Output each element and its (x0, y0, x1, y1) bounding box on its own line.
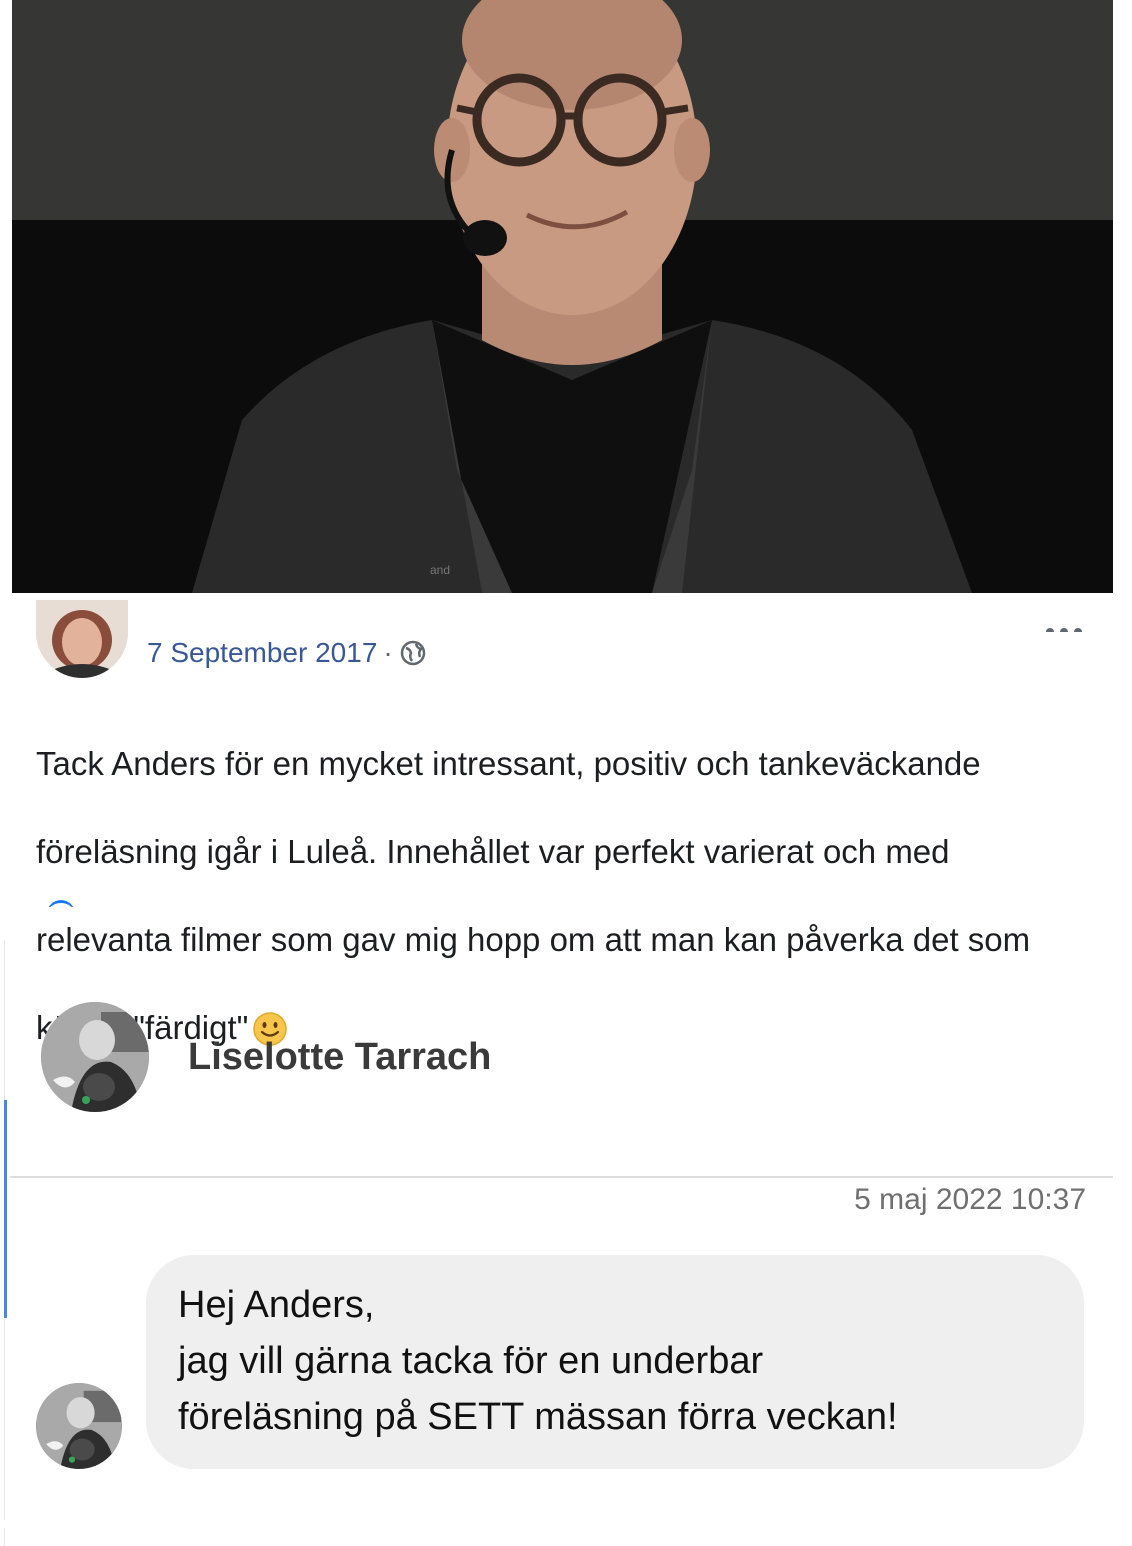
globe-icon[interactable] (399, 639, 427, 667)
message-sender-avatar[interactable] (36, 1383, 122, 1469)
post-date-link[interactable]: 7 September 2017 (147, 636, 377, 670)
sender-avatar[interactable] (41, 1002, 149, 1112)
message-line: jag vill gärna tacka för en underbar (178, 1340, 764, 1382)
shirt-logo: and (430, 563, 450, 577)
avatar-photo-icon (36, 1383, 122, 1469)
ellipsis-icon[interactable] (1046, 618, 1086, 632)
thread-edge-bottom (4, 1528, 5, 1546)
thread-focus-indicator (4, 1100, 7, 1318)
post-text-line: relevanta filmer som gav mig hopp om att… (36, 921, 1031, 958)
header-divider (10, 1176, 1113, 1178)
ellipsis-dot (1060, 628, 1068, 632)
ellipsis-dot (1046, 628, 1054, 632)
speaker-photo: and (12, 0, 1113, 593)
post-author-avatar[interactable] (36, 600, 128, 678)
message-bubble[interactable]: Hej Anders, jag vill gärna tacka för en … (146, 1255, 1084, 1469)
post-text-line: Tack Anders för en mycket intressant, po… (36, 745, 981, 782)
ellipsis-dot (1074, 628, 1082, 632)
message-timestamp: 5 maj 2022 10:37 (854, 1183, 1086, 1216)
avatar-photo-icon (36, 600, 128, 678)
post-meta: 7 September 2017 · (147, 636, 427, 670)
avatar-photo-icon (41, 1002, 149, 1112)
meta-separator: · (383, 637, 393, 668)
post-text-line: föreläsning igår i Luleå. Innehållet var… (36, 833, 950, 870)
sender-name[interactable]: Liselotte Tarrach (188, 1034, 491, 1080)
message-line: Hej Anders, (178, 1284, 375, 1326)
speaker-photo-illustration: and (12, 0, 1113, 593)
message-line: föreläsning på SETT mässan förra veckan! (178, 1396, 898, 1438)
